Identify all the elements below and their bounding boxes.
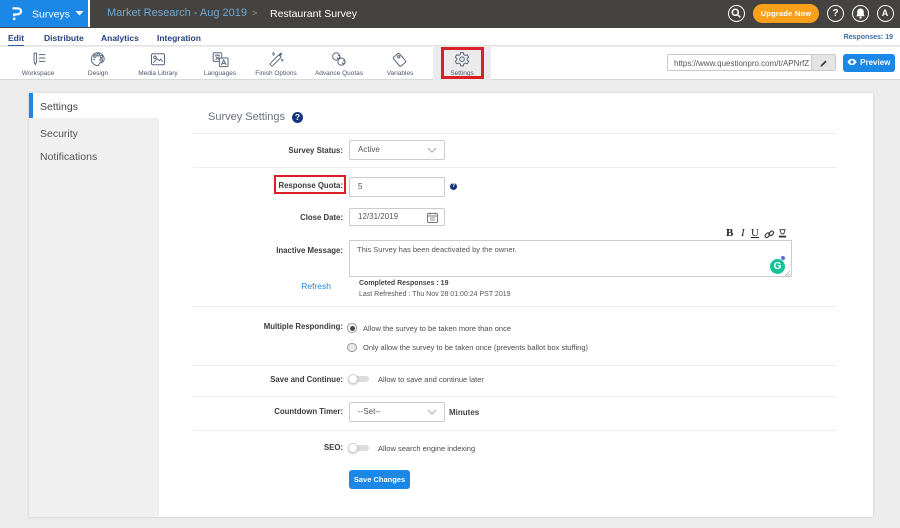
svg-text:Surveys: Surveys [32,9,70,21]
